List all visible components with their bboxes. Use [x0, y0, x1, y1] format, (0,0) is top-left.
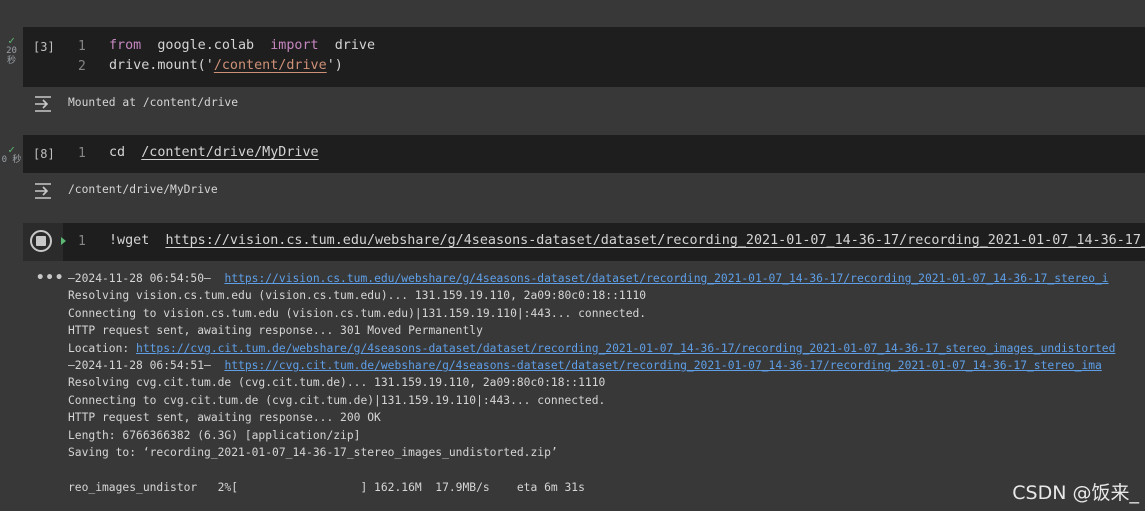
code-line[interactable]: !wget https://vision.cs.tum.edu/webshare…: [109, 233, 1145, 248]
check-icon: ✓: [8, 143, 15, 156]
line-number: 1: [78, 234, 86, 249]
output-icon[interactable]: [33, 182, 53, 200]
log-link[interactable]: https://cvg.cit.tum.de/webshare/g/4seaso…: [136, 342, 1115, 355]
cell-2-status: ✓ 0 秒: [0, 143, 23, 165]
wget-url[interactable]: https://vision.cs.tum.edu/webshare/g/4se…: [165, 233, 1145, 248]
cell-2-output: /content/drive/MyDrive: [68, 183, 218, 196]
path-literal: /content/drive/MyDrive: [141, 145, 319, 160]
run-button-area: [23, 223, 66, 261]
code-line[interactable]: drive.mount('/content/drive'): [109, 58, 343, 73]
cell-1-status: ✓ 20 秒: [0, 34, 23, 66]
keyword-from: from: [109, 38, 142, 53]
wget-log: —2024-11-28 06:54:50— https://vision.cs.…: [68, 272, 1116, 494]
log-link[interactable]: https://cvg.cit.tum.de/webshare/g/4seaso…: [224, 359, 1101, 372]
cell-1-output: Mounted at /content/drive: [68, 96, 239, 109]
more-icon[interactable]: •••: [36, 270, 64, 286]
line-number: 1: [78, 39, 86, 54]
keyword-import: import: [270, 38, 319, 53]
code-line[interactable]: from google.colab import drive: [109, 38, 375, 53]
stop-icon[interactable]: [30, 230, 52, 252]
code-cell-1[interactable]: [3] 1 from google.colab import drive 2 d…: [23, 27, 1145, 87]
cell-2-exec-count: [8]: [33, 147, 55, 161]
code-cell-3[interactable]: 1 !wget https://vision.cs.tum.edu/websha…: [23, 223, 1145, 261]
progress-line: reo_images_undistor 2%[ ] 162.16M 17.9MB…: [68, 480, 585, 494]
run-indicator-icon: [61, 237, 66, 245]
cell-1-exec-count: [3]: [33, 40, 55, 54]
cell-2-exec-time: 0 秒: [1, 155, 22, 165]
line-number: 2: [78, 59, 86, 74]
line-number: 1: [78, 146, 86, 161]
code-line[interactable]: cd /content/drive/MyDrive: [109, 145, 319, 160]
log-link[interactable]: https://vision.cs.tum.edu/webshare/g/4se…: [224, 272, 1108, 285]
output-icon[interactable]: [33, 95, 53, 113]
check-icon: ✓: [8, 34, 15, 47]
watermark: CSDN @饭来_: [1012, 482, 1139, 504]
string-literal: /content/drive: [213, 58, 327, 73]
code-cell-2[interactable]: [8] 1 cd /content/drive/MyDrive: [23, 135, 1145, 173]
cell-1-exec-time: 20 秒: [6, 46, 17, 66]
